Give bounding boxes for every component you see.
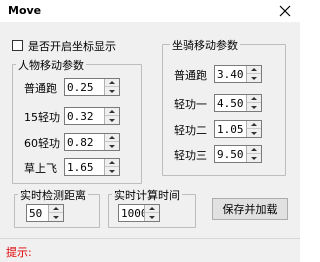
character-row-label: 草上飞 [24,162,57,175]
character-qinggong15-spinbox[interactable]: 0.32 [64,107,120,125]
mount-normal-run-spinbox[interactable]: 3.40 [214,65,262,83]
arrow-down-icon [109,169,115,173]
character-normal-run-spinbox[interactable]: 0.25 [64,78,120,96]
spin-value: 1.65 [67,161,94,174]
spin-up-button[interactable] [247,146,261,154]
arrow-up-icon [251,97,257,100]
spin-down-button[interactable] [105,167,119,175]
spin-arrows [144,205,159,221]
mount-qinggong3-spinbox[interactable]: 9.50 [214,145,262,163]
show-coordinates-label: 是否开启坐标显示 [28,40,116,53]
mount-qinggong1-spinbox[interactable]: 4.50 [214,94,262,112]
calc-time-spinbox[interactable]: 1000 [118,204,160,222]
spin-arrows [104,134,119,150]
character-move-group-title: 人物移动参数 [16,57,86,73]
arrow-down-icon [109,144,115,148]
spin-up-button[interactable] [105,108,119,116]
spin-arrows [104,108,119,124]
arrow-up-icon [109,161,115,164]
arrow-up-icon [109,81,115,84]
arrow-down-icon [251,156,257,160]
arrow-up-icon [251,68,257,71]
move-window: Move 是否开启坐标显示 人物移动参数 普通跑 0.25 15轻功 0.32 … [0,0,300,262]
arrow-up-icon [109,136,115,139]
arrow-down-icon [251,131,257,135]
mount-row-label: 轻功二 [174,124,207,137]
spin-value: 4.50 [217,97,244,110]
spin-arrows [246,66,261,82]
mount-row-label: 轻功一 [174,98,207,111]
spin-value: 0.25 [67,81,94,94]
spin-down-button[interactable] [247,154,261,162]
spin-arrows [104,79,119,95]
arrow-up-icon [109,110,115,113]
spin-down-button[interactable] [49,213,63,221]
spin-up-button[interactable] [145,205,159,213]
spin-up-button[interactable] [247,66,261,74]
spin-down-button[interactable] [247,103,261,111]
spin-value: 0.82 [67,136,94,149]
detect-distance-group-title: 实时检测距离 [18,187,88,203]
spin-value: 9.50 [217,148,244,161]
spin-down-button[interactable] [105,116,119,124]
detect-distance-spinbox[interactable]: 50 [26,204,64,222]
show-coordinates-checkbox[interactable] [12,40,23,51]
hint-label: 提示: [6,246,32,259]
spin-value: 3.40 [217,68,244,81]
spin-arrows [246,121,261,137]
mount-qinggong2-spinbox[interactable]: 1.05 [214,120,262,138]
spin-down-button[interactable] [247,74,261,82]
character-row-label: 60轻功 [24,137,60,150]
close-icon[interactable] [276,2,294,20]
spin-up-button[interactable] [105,134,119,142]
spin-value: 0.32 [67,110,94,123]
spin-arrows [246,146,261,162]
spin-down-button[interactable] [105,142,119,150]
spin-up-button[interactable] [247,121,261,129]
arrow-up-icon [251,148,257,151]
window-title: Move [8,4,42,17]
character-row-label: 普通跑 [24,82,57,95]
arrow-down-icon [251,105,257,109]
arrow-down-icon [109,118,115,122]
character-row-label: 15轻功 [24,111,60,124]
arrow-up-icon [251,123,257,126]
title-bar: Move [0,0,300,22]
mount-move-group-title: 坐骑移动参数 [170,37,240,53]
spin-arrows [246,95,261,111]
spin-down-button[interactable] [247,129,261,137]
arrow-up-icon [149,207,155,210]
arrow-down-icon [53,215,59,219]
calc-time-group-title: 实时计算时间 [112,187,182,203]
arrow-down-icon [251,76,257,80]
mount-row-label: 普通跑 [174,69,207,82]
character-qinggong60-spinbox[interactable]: 0.82 [64,133,120,151]
spin-arrows [48,205,63,221]
save-and-load-button[interactable]: 保存并加载 [212,198,288,220]
spin-up-button[interactable] [105,159,119,167]
spin-down-button[interactable] [145,213,159,221]
arrow-down-icon [109,89,115,93]
mount-row-label: 轻功三 [174,149,207,162]
spin-down-button[interactable] [105,87,119,95]
spin-value: 50 [29,207,43,220]
status-separator [0,238,300,239]
spin-arrows [104,159,119,175]
spin-up-button[interactable] [49,205,63,213]
arrow-up-icon [53,207,59,210]
spin-up-button[interactable] [105,79,119,87]
arrow-down-icon [149,215,155,219]
spin-value: 1.05 [217,123,244,136]
spin-up-button[interactable] [247,95,261,103]
character-caoshangfei-spinbox[interactable]: 1.65 [64,158,120,176]
